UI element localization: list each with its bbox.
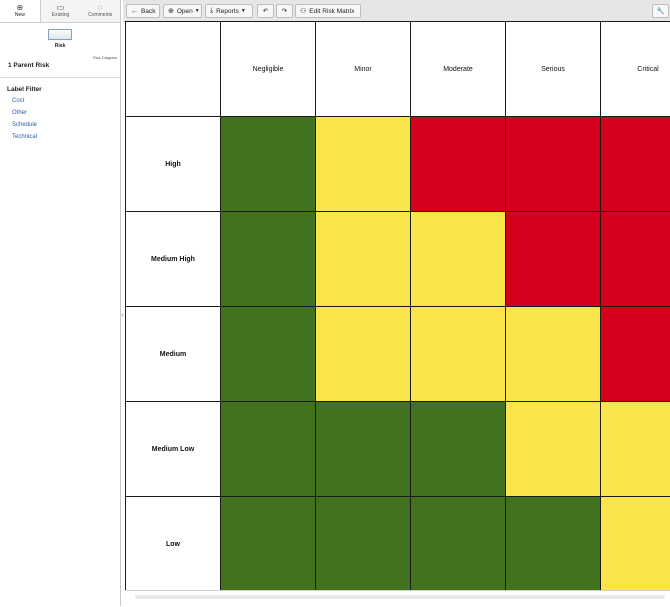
matrix-cell-red[interactable] [505, 211, 601, 307]
matrix-cell-red[interactable] [600, 306, 670, 402]
tools-button[interactable]: 🔧 [652, 4, 669, 18]
arrow-left-icon: ← [131, 7, 138, 15]
row-header-low: Low [125, 496, 221, 590]
edit-matrix-label: Edit Risk Matrix [309, 7, 355, 15]
matrix-corner [125, 21, 221, 117]
parent-risk-count: 1 Parent Risk [8, 62, 50, 69]
matrix-cell-yellow[interactable] [600, 496, 670, 590]
risk-shape-label: Risk [54, 43, 66, 49]
matrix-cell-green[interactable] [220, 496, 316, 590]
matrix-cell-yellow[interactable] [315, 116, 411, 212]
comment-icon: ◌ [97, 3, 103, 12]
open-label: Open [176, 7, 193, 15]
matrix-cell-red[interactable] [505, 116, 601, 212]
redo-icon: ↷ [281, 8, 288, 15]
matrix-cell-green[interactable] [315, 496, 411, 590]
download-icon: ⤓ [210, 7, 214, 14]
reports-button[interactable]: ⤓ Reports ▼ [205, 4, 253, 18]
tab-label: New [14, 12, 25, 18]
sidebar-tabs: ⊕ New ▭ Existing ◌ Comments [0, 0, 120, 23]
edit-risk-matrix-button[interactable]: ⚇ Edit Risk Matrix [295, 4, 361, 18]
matrix-cell-green[interactable] [220, 306, 316, 402]
column-header-serious: Serious [505, 21, 601, 117]
matrix-cell-yellow[interactable] [315, 211, 411, 307]
label-filter-title: Label Filter [7, 86, 42, 93]
matrix-cell-yellow[interactable] [410, 211, 506, 307]
column-header-negligible: Negligible [220, 21, 316, 117]
reports-label: Reports [216, 7, 239, 15]
matrix-cell-yellow[interactable] [315, 306, 411, 402]
matrix-cell-green[interactable] [220, 401, 316, 497]
tab-label: Existing [51, 12, 70, 18]
matrix-cell-red[interactable] [410, 116, 506, 212]
tab-comments[interactable]: ◌ Comments [80, 0, 120, 22]
matrix-cell-red[interactable] [600, 116, 670, 212]
column-header-critical: Critical [600, 21, 670, 117]
matrix-cell-green[interactable] [505, 496, 601, 590]
wrench-icon: 🔧 [656, 8, 665, 15]
matrix-cell-red[interactable] [600, 211, 670, 307]
back-label: Back [141, 7, 156, 15]
column-header-minor: Minor [315, 21, 411, 117]
folder-icon: ▭ [56, 3, 65, 12]
horizontal-scrollbar[interactable] [125, 590, 670, 607]
tab-new[interactable]: ⊕ New [0, 0, 41, 22]
back-button[interactable]: ← Back [126, 4, 160, 18]
matrix-cell-green[interactable] [220, 116, 316, 212]
matrix-cell-yellow[interactable] [410, 306, 506, 402]
undo-icon: ↶ [262, 8, 269, 15]
matrix-cell-yellow[interactable] [600, 401, 670, 497]
filter-other[interactable]: Other [0, 107, 120, 119]
tab-existing[interactable]: ▭ Existing [41, 0, 81, 22]
risk-shape-thumbnail[interactable] [48, 29, 72, 40]
caret-down-icon: ▼ [240, 8, 246, 14]
row-header-high: High [125, 116, 221, 212]
filter-cost[interactable]: Cost [0, 95, 120, 107]
row-header-medium-low: Medium Low [125, 401, 221, 497]
open-button[interactable]: ⊕ Open ▼ [163, 4, 202, 18]
sitemap-icon: ⚇ [300, 8, 307, 15]
redo-button[interactable]: ↷ [276, 4, 293, 18]
tab-label: Comments [88, 12, 113, 18]
plus-circle-icon: ⊕ [16, 3, 24, 12]
matrix-cell-yellow[interactable] [505, 306, 601, 402]
matrix-cell-green[interactable] [220, 211, 316, 307]
matrix-cell-green[interactable] [315, 401, 411, 497]
plus-circle-icon: ⊕ [168, 8, 174, 15]
risk-matrix: Negligible Minor Moderate Serious Critical Hi… [125, 21, 670, 590]
scrollbar-thumb[interactable] [135, 595, 665, 599]
matrix-cell-green[interactable] [410, 401, 506, 497]
row-header-medium: Medium [125, 306, 221, 402]
filter-schedule[interactable]: Schedule [0, 119, 120, 131]
matrix-cell-green[interactable] [410, 496, 506, 590]
matrix-cell-yellow[interactable] [505, 401, 601, 497]
filter-technical[interactable]: Technical [0, 131, 120, 143]
caret-down-icon: ▼ [194, 8, 200, 14]
undo-button[interactable]: ↶ [257, 4, 274, 18]
sidebar: ⊕ New ▭ Existing ◌ Comments Risk Risk Di… [0, 0, 121, 606]
column-header-moderate: Moderate [410, 21, 506, 117]
toolbar: ← Back ⊕ Open ▼ ⤓ Reports ▼ ↶ ↷ ⚇ Edit R… [123, 0, 670, 22]
row-header-medium-high: Medium High [125, 211, 221, 307]
